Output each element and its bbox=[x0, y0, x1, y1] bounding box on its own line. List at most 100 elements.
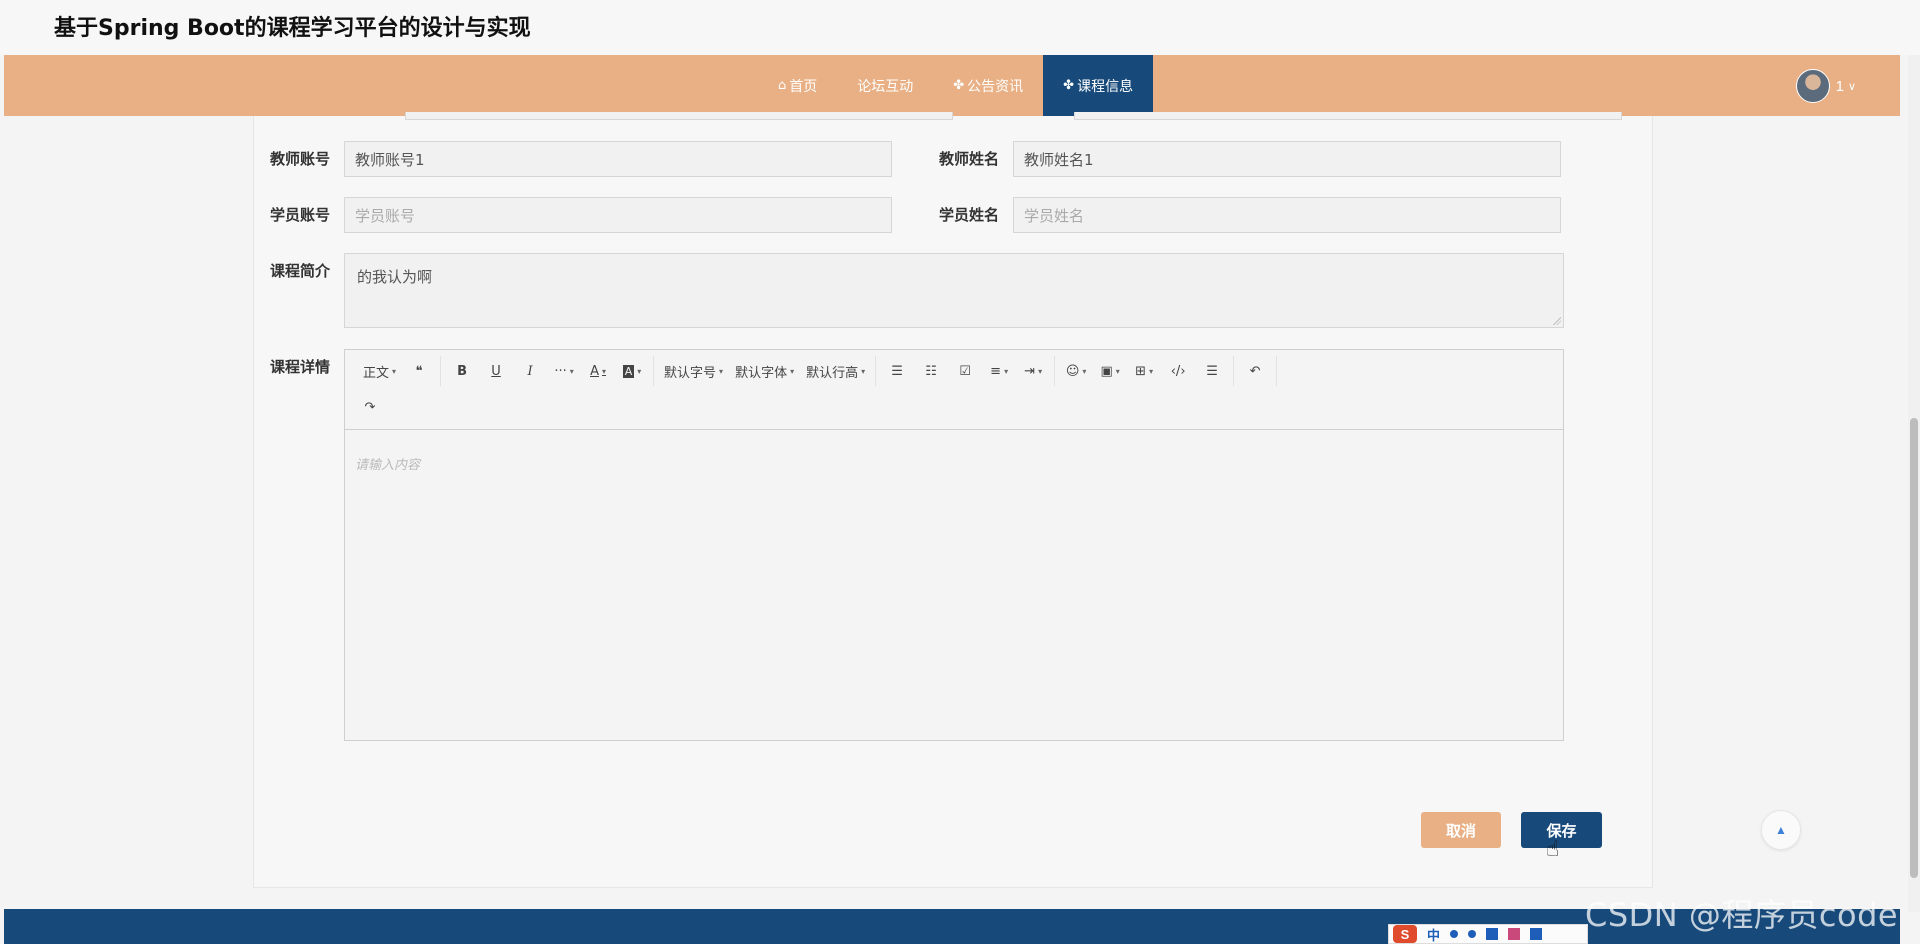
student-account-input[interactable]: 学员账号 bbox=[344, 197, 892, 233]
microphone-icon[interactable] bbox=[1468, 930, 1477, 938]
editor-toolbar: 正文 ▾ ❝ B U I ··· ▾ A ▾ A ▾ 默认字号 ▾ 默认字体 ▾ 默 bbox=[345, 350, 1563, 430]
bullet-list-icon[interactable]: ☰ bbox=[880, 358, 914, 384]
toolbar-group: ☰ ☷ ☑ ≡ ▾ ⇥ ▾ bbox=[876, 356, 1056, 386]
nav-item-label: 论坛互动 bbox=[857, 78, 914, 95]
toolbar-row-2: ↷ bbox=[353, 394, 1555, 420]
caret-down-icon: ▾ bbox=[392, 366, 397, 376]
image-icon[interactable]: ▣ ▾ bbox=[1093, 358, 1127, 384]
code-icon[interactable]: ‹/› bbox=[1161, 358, 1195, 384]
numbered-list-icon[interactable]: ☷ bbox=[914, 358, 948, 384]
watermark: CSDN @程序员code bbox=[1585, 896, 1899, 934]
grid-icon: ✤ bbox=[953, 78, 965, 93]
course-form-panel: 教师账号 教师账号1 教师姓名 教师姓名1 学员账号 学员账号 学员姓名 学员姓… bbox=[253, 112, 1653, 888]
skin-icon[interactable] bbox=[1508, 928, 1521, 940]
caret-down-icon: ▾ bbox=[637, 366, 642, 376]
align-icon[interactable]: ≡ ▾ bbox=[982, 358, 1016, 384]
bg-color-icon[interactable]: A ▾ bbox=[615, 358, 649, 384]
save-button[interactable]: 保存 bbox=[1521, 812, 1602, 848]
keyboard-icon[interactable] bbox=[1486, 928, 1499, 940]
toolbar-group: ↶ bbox=[1234, 356, 1278, 386]
cancel-button[interactable]: 取消 bbox=[1421, 812, 1501, 848]
todo-icon[interactable]: ☑ bbox=[948, 358, 982, 384]
caret-down-icon: ▾ bbox=[1082, 366, 1087, 376]
form-row-student: 学员账号 学员账号 bbox=[254, 197, 892, 233]
user-menu[interactable]: 1 ∨ bbox=[1795, 69, 1856, 103]
student-name-label: 学员姓名 bbox=[938, 206, 999, 224]
indent-glyph: ⇥ bbox=[1024, 363, 1036, 379]
caret-down-icon: ▾ bbox=[719, 366, 724, 376]
arrow-up-icon: ▲ bbox=[1775, 823, 1787, 837]
redo-icon[interactable]: ↷ bbox=[353, 394, 387, 420]
font-size-label: 默认字号 bbox=[664, 365, 717, 381]
nav-menu: ⌂ 首页 论坛互动 ✤ 公告资讯 ✤ 课程信息 bbox=[758, 55, 1154, 116]
font-size-dropdown[interactable]: 默认字号 ▾ bbox=[658, 358, 729, 384]
emoji-icon[interactable]: ☺ ▾ bbox=[1059, 358, 1093, 384]
apps-icon[interactable] bbox=[1530, 928, 1543, 940]
emoji-glyph: ☺ bbox=[1065, 363, 1080, 379]
teacher-account-input[interactable]: 教师账号1 bbox=[344, 141, 892, 177]
back-to-top-button[interactable]: ▲ bbox=[1761, 810, 1801, 850]
teacher-name-label: 教师姓名 bbox=[938, 150, 999, 168]
image-glyph: ▣ bbox=[1100, 363, 1113, 379]
ime-language[interactable]: 中 bbox=[1427, 925, 1440, 944]
underline-icon[interactable]: U bbox=[479, 358, 513, 384]
italic-icon[interactable]: I bbox=[513, 358, 547, 384]
form-row-teacher-name: 教师姓名 教师姓名1 bbox=[923, 141, 1561, 177]
student-name-input[interactable]: 学员姓名 bbox=[1013, 197, 1561, 233]
nav-item-label: 首页 bbox=[789, 78, 818, 95]
user-name: 1 bbox=[1835, 77, 1844, 95]
form-row-intro: 课程简介 的我认为啊 bbox=[254, 253, 1564, 328]
nav-item-announcements[interactable]: ✤ 公告资讯 bbox=[933, 55, 1043, 116]
student-account-label: 学员账号 bbox=[269, 206, 330, 224]
table-glyph: ⊞ bbox=[1135, 363, 1147, 379]
indent-icon[interactable]: ⇥ ▾ bbox=[1016, 358, 1050, 384]
ime-punctuation-icon[interactable] bbox=[1450, 930, 1459, 938]
ime-toolbar[interactable]: S 中 bbox=[1388, 924, 1588, 944]
quote-icon[interactable]: ❝ bbox=[402, 358, 436, 384]
paragraph-style-dropdown[interactable]: 正文 ▾ bbox=[357, 358, 402, 384]
course-intro-textarea[interactable]: 的我认为啊 bbox=[344, 253, 1564, 328]
divider-icon[interactable]: ☰ bbox=[1195, 358, 1229, 384]
course-intro-label: 课程简介 bbox=[269, 262, 330, 280]
font-family-dropdown[interactable]: 默认字体 ▾ bbox=[729, 358, 800, 384]
avatar[interactable] bbox=[1795, 69, 1830, 103]
line-height-label: 默认行高 bbox=[806, 365, 859, 381]
more-label: ··· bbox=[554, 363, 567, 379]
font-color-label: A bbox=[590, 363, 599, 379]
bold-icon[interactable]: B bbox=[445, 358, 479, 384]
font-family-label: 默认字体 bbox=[735, 365, 788, 381]
form-row-detail: 课程详情 正文 ▾ ❝ B U I ··· ▾ A ▾ A ▾ 默认字号 ▾ 默… bbox=[254, 349, 1564, 741]
line-height-dropdown[interactable]: 默认行高 ▾ bbox=[800, 358, 871, 384]
bg-color-label: A bbox=[622, 364, 635, 378]
more-icon[interactable]: ··· ▾ bbox=[547, 358, 581, 384]
editor-placeholder: 请输入内容 bbox=[355, 458, 421, 473]
nav-item-label: 课程信息 bbox=[1077, 78, 1134, 95]
previous-input-cut bbox=[1074, 112, 1622, 120]
course-intro-text: 的我认为啊 bbox=[357, 268, 433, 286]
site-header: 基于Spring Boot的课程学习平台的设计与实现 bbox=[0, 0, 1920, 55]
align-glyph: ≡ bbox=[990, 363, 1002, 379]
caret-down-icon: ▾ bbox=[1004, 366, 1009, 376]
teacher-name-input[interactable]: 教师姓名1 bbox=[1013, 141, 1561, 177]
nav-item-home[interactable]: ⌂ 首页 bbox=[758, 55, 837, 116]
caret-down-icon: ▾ bbox=[1038, 366, 1043, 376]
font-color-icon[interactable]: A ▾ bbox=[581, 358, 615, 384]
nav-item-forum[interactable]: 论坛互动 bbox=[837, 55, 933, 116]
caret-down-icon: ▾ bbox=[569, 366, 574, 376]
course-detail-label: 课程详情 bbox=[269, 358, 330, 376]
teacher-account-label: 教师账号 bbox=[269, 150, 330, 168]
hand-cursor-icon: ☝ bbox=[1546, 836, 1560, 861]
resize-handle[interactable] bbox=[1553, 317, 1561, 325]
editor-content-area[interactable]: 请输入内容 bbox=[345, 430, 1563, 740]
previous-input-cut bbox=[405, 112, 953, 120]
caret-down-icon: ▾ bbox=[1115, 366, 1120, 376]
toolbar-group: 默认字号 ▾ 默认字体 ▾ 默认行高 ▾ bbox=[654, 356, 877, 386]
caret-down-icon: ▾ bbox=[790, 366, 795, 376]
nav-item-courses[interactable]: ✤ 课程信息 bbox=[1043, 55, 1154, 116]
undo-icon[interactable]: ↶ bbox=[1238, 358, 1272, 384]
page: 基于Spring Boot的课程学习平台的设计与实现 ⌂ 首页 论坛互动 ✤ 公… bbox=[0, 0, 1920, 944]
home-icon: ⌂ bbox=[778, 78, 787, 93]
scrollbar-thumb[interactable] bbox=[1910, 418, 1918, 878]
top-navbar: ⌂ 首页 论坛互动 ✤ 公告资讯 ✤ 课程信息 1 ∨ bbox=[4, 55, 1900, 116]
table-icon[interactable]: ⊞ ▾ bbox=[1127, 358, 1161, 384]
